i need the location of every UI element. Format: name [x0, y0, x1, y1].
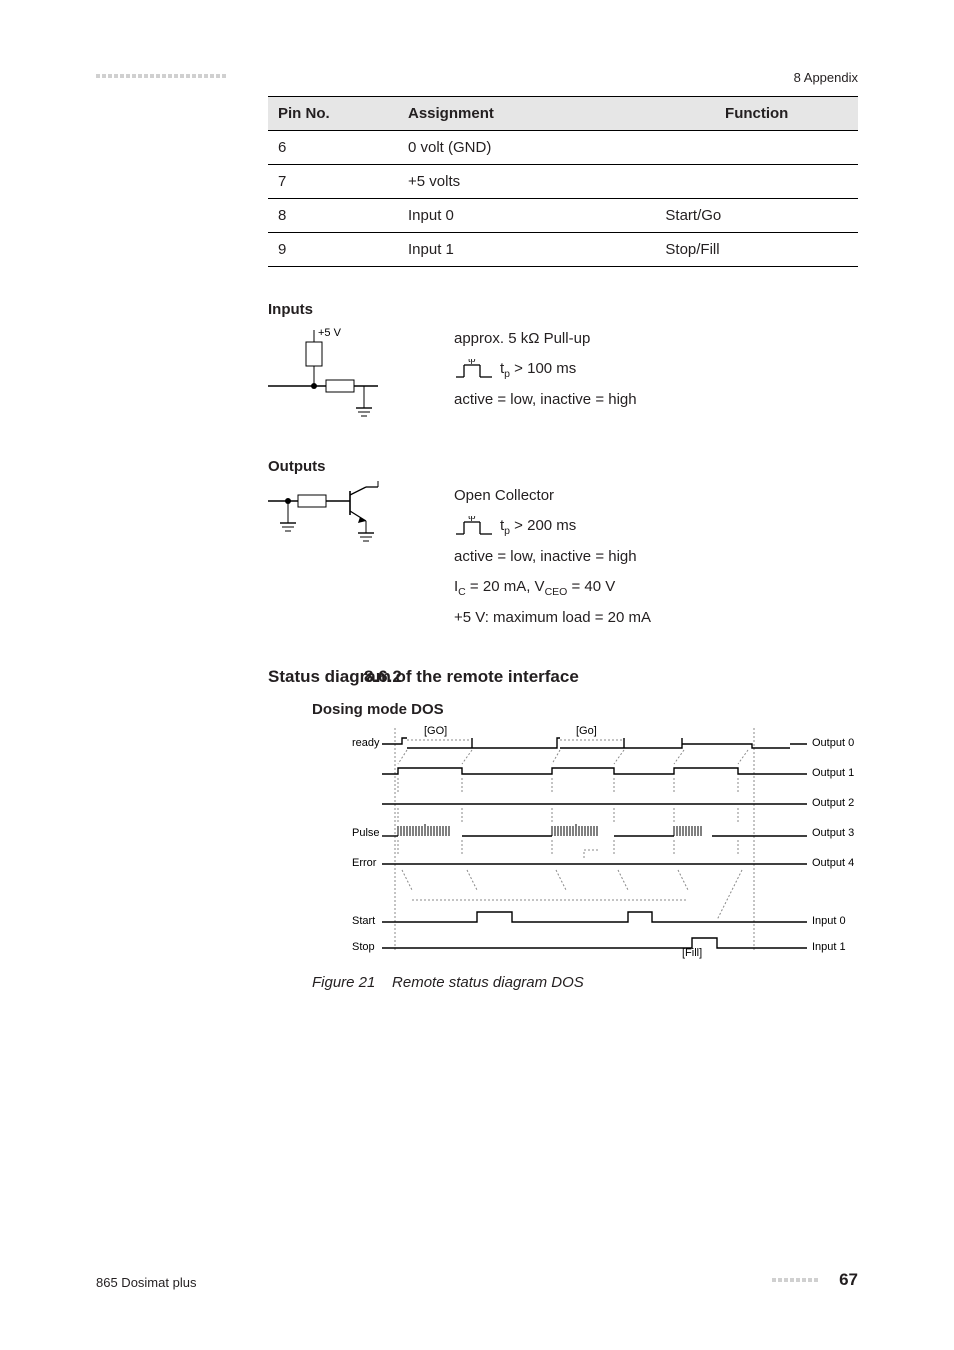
svg-text:Error: Error [352, 857, 377, 869]
svg-text:Input 0: Input 0 [812, 915, 846, 927]
th-assign: Assignment [398, 97, 655, 131]
inputs-schematic: +5 V [268, 324, 428, 424]
svg-text:[GO]: [GO] [424, 725, 447, 737]
svg-text:tp: tp [468, 516, 476, 521]
footer-dots [772, 1278, 818, 1282]
table-row: 60 volt (GND) [268, 131, 858, 165]
timing-diagram: ready Pulse Error Start Stop Output 0 Ou… [312, 720, 872, 970]
th-pin: Pin No. [268, 97, 398, 131]
svg-text:+5 V: +5 V [318, 327, 342, 339]
table-row: 9Input 1Stop/Fill [268, 233, 858, 267]
header-chapter: 8 Appendix [794, 70, 858, 85]
svg-text:[Fill]: [Fill] [682, 947, 702, 959]
svg-text:Start: Start [352, 915, 375, 927]
footer-model: 865 Dosimat plus [96, 1275, 196, 1290]
svg-text:Output 1: Output 1 [812, 767, 854, 779]
svg-text:Output 2: Output 2 [812, 797, 854, 809]
table-row: 8Input 0Start/Go [268, 199, 858, 233]
outputs-desc: Open Collector tp tp > 200 ms active = l… [454, 481, 651, 633]
th-func: Function [655, 97, 858, 131]
page-number: 67 [839, 1270, 858, 1290]
outputs-schematic [268, 481, 428, 551]
pulse-icon: tp [454, 516, 494, 538]
header-dots-left [96, 74, 226, 78]
inputs-heading: Inputs [268, 301, 858, 318]
svg-text:Output 3: Output 3 [812, 827, 854, 839]
svg-text:Input 1: Input 1 [812, 941, 846, 953]
svg-text:Pulse: Pulse [352, 827, 380, 839]
table-row: 7+5 volts [268, 165, 858, 199]
figure-caption: Figure 21 Remote status diagram DOS [312, 974, 858, 991]
section-8-6-2: 8.6.2 Status diagram of the remote inter… [268, 667, 858, 687]
outputs-heading: Outputs [268, 458, 858, 475]
pin-table: Pin No. Assignment Function 60 volt (GND… [268, 96, 858, 267]
svg-text:Stop: Stop [352, 941, 375, 953]
inputs-desc: approx. 5 kΩ Pull-up tp tp > 100 ms acti… [454, 324, 637, 415]
svg-text:ready: ready [352, 737, 380, 749]
dosing-mode-heading: Dosing mode DOS [312, 701, 858, 718]
svg-text:tp: tp [468, 359, 476, 364]
pulse-icon: tp [454, 359, 494, 381]
svg-text:Output 0: Output 0 [812, 737, 854, 749]
svg-text:[Go]: [Go] [576, 725, 597, 737]
svg-text:Output 4: Output 4 [812, 857, 854, 869]
